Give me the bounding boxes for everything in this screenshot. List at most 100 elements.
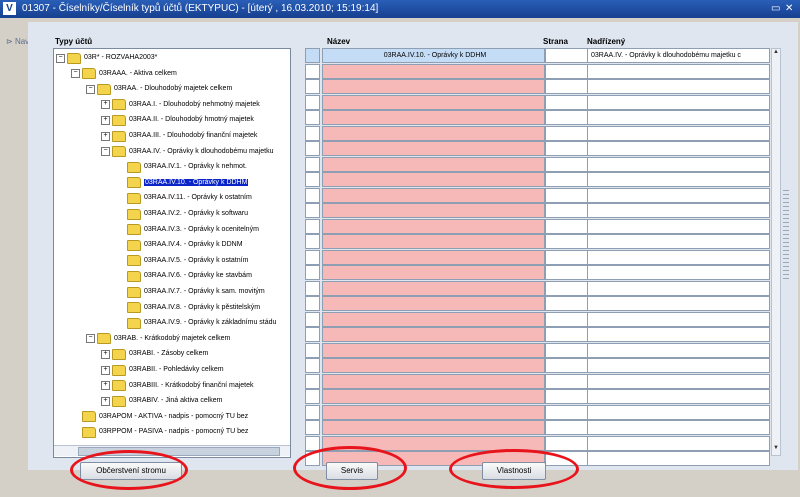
row-selector[interactable]: [305, 435, 320, 451]
cell-nadrizeny[interactable]: [587, 79, 770, 94]
scroll-down-icon[interactable]: ▼: [772, 445, 780, 455]
tree-node[interactable]: 03RAA.IV.9. - Oprávky k základnímu stádu: [116, 316, 276, 330]
cell-strana[interactable]: [545, 94, 588, 110]
restore-icon[interactable]: ▭: [771, 3, 780, 15]
cell-strana[interactable]: [545, 110, 588, 125]
cell-strana[interactable]: [545, 218, 588, 234]
tree-node[interactable]: +03RABIII. - Krátkodobý finanční majetek: [101, 379, 254, 393]
expand-icon[interactable]: +: [101, 396, 110, 406]
collapse-icon[interactable]: −: [71, 69, 80, 79]
row-selector[interactable]: [305, 218, 320, 234]
cell-nazev[interactable]: 03RAA.IV.10. - Oprávky k DDHM: [322, 48, 545, 63]
cell-nazev[interactable]: [322, 234, 545, 249]
collapse-icon[interactable]: −: [86, 84, 95, 94]
cell-strana[interactable]: [545, 435, 588, 451]
cell-nadrizeny[interactable]: [587, 187, 770, 203]
tree-node[interactable]: 03RAA.IV.10. - Oprávky k DDHM: [116, 176, 250, 190]
cell-nazev[interactable]: [322, 187, 545, 203]
cell-strana[interactable]: [545, 203, 588, 218]
cell-nazev[interactable]: [322, 342, 545, 358]
tree-node[interactable]: 03RAA.IV.11. - Oprávky k ostatním: [116, 191, 252, 205]
cell-nadrizeny[interactable]: [587, 156, 770, 172]
expand-icon[interactable]: +: [101, 131, 110, 141]
row-selector[interactable]: [305, 265, 320, 280]
cell-nazev[interactable]: [322, 63, 545, 79]
tree-node[interactable]: − 03RAAA. - Aktiva celkem: [71, 67, 177, 81]
cell-strana[interactable]: [545, 311, 588, 327]
cell-nazev[interactable]: [322, 172, 545, 187]
column-header-nadrizeny[interactable]: Nadřízený: [587, 37, 625, 46]
row-selector[interactable]: [305, 125, 320, 141]
nav-tab[interactable]: ⊳ Nav: [6, 37, 29, 46]
cell-strana[interactable]: [545, 280, 588, 296]
tree-node[interactable]: 03RAA.IV.5. - Oprávky k ostatním: [116, 254, 248, 268]
cell-nadrizeny[interactable]: [587, 218, 770, 234]
tree-node[interactable]: 03RAA.IV.6. - Oprávky ke stavbám: [116, 269, 252, 283]
cell-strana[interactable]: [545, 358, 588, 373]
collapse-icon[interactable]: −: [86, 334, 95, 344]
cell-nazev[interactable]: [322, 358, 545, 373]
cell-nazev[interactable]: [322, 327, 545, 342]
cell-nazev[interactable]: [322, 280, 545, 296]
cell-nazev[interactable]: [322, 94, 545, 110]
cell-nadrizeny[interactable]: [587, 63, 770, 79]
tree-node[interactable]: − 03R* - ROZVAHA2003*: [56, 51, 157, 65]
panel-splitter[interactable]: [291, 48, 301, 456]
expand-icon[interactable]: +: [101, 100, 110, 110]
cell-strana[interactable]: [545, 48, 588, 63]
collapse-icon[interactable]: −: [101, 147, 110, 157]
tree-node[interactable]: 03RAA.IV.2. - Oprávky k softwaru: [116, 207, 248, 221]
cell-nadrizeny[interactable]: 03RAA.IV. - Oprávky k dlouhodobému majet…: [587, 48, 770, 63]
cell-nazev[interactable]: [322, 420, 545, 435]
cell-nadrizeny[interactable]: [587, 110, 770, 125]
tree-node[interactable]: +03RAA.II. - Dlouhodobý hmotný majetek: [101, 113, 254, 127]
row-selector[interactable]: [305, 389, 320, 404]
cell-strana[interactable]: [545, 63, 588, 79]
row-selector[interactable]: [305, 234, 320, 249]
tree-node[interactable]: +03RABII. - Pohledávky celkem: [101, 363, 224, 377]
cell-nadrizeny[interactable]: [587, 296, 770, 311]
cell-nadrizeny[interactable]: [587, 311, 770, 327]
cell-strana[interactable]: [545, 156, 588, 172]
row-selector[interactable]: [305, 141, 320, 156]
cell-nazev[interactable]: [322, 389, 545, 404]
cell-nadrizeny[interactable]: [587, 265, 770, 280]
row-selector[interactable]: [305, 249, 320, 265]
tree-node[interactable]: 03RAA.IV.4. - Oprávky k DDNM: [116, 238, 243, 252]
cell-nadrizeny[interactable]: [587, 125, 770, 141]
cell-strana[interactable]: [545, 141, 588, 156]
expand-icon[interactable]: +: [101, 115, 110, 125]
tree-node[interactable]: 03RAA.IV.3. - Oprávky k ocenitelným: [116, 223, 259, 237]
tree-node[interactable]: 03RAPOM - AKTIVA - nadpis - pomocný TU b…: [71, 410, 248, 424]
tree-node[interactable]: − 03RAA. - Dlouhodobý majetek celkem: [86, 82, 232, 96]
tree-node[interactable]: 03RAA.IV.7. - Oprávky k sam. movitým: [116, 285, 265, 299]
row-selector[interactable]: [305, 311, 320, 327]
cell-strana[interactable]: [545, 342, 588, 358]
cell-nadrizeny[interactable]: [587, 342, 770, 358]
cell-strana[interactable]: [545, 125, 588, 141]
cell-nadrizeny[interactable]: [587, 203, 770, 218]
row-selector[interactable]: [305, 63, 320, 79]
row-selector[interactable]: [305, 373, 320, 389]
collapse-icon[interactable]: −: [56, 53, 65, 63]
cell-nadrizeny[interactable]: [587, 435, 770, 451]
cell-strana[interactable]: [545, 249, 588, 265]
cell-nazev[interactable]: [322, 296, 545, 311]
row-selector[interactable]: [305, 110, 320, 125]
cell-nadrizeny[interactable]: [587, 249, 770, 265]
row-selector[interactable]: [305, 48, 320, 63]
cell-nadrizeny[interactable]: [587, 327, 770, 342]
cell-nazev[interactable]: [322, 249, 545, 265]
cell-nadrizeny[interactable]: [587, 94, 770, 110]
cell-strana[interactable]: [545, 172, 588, 187]
resize-grip[interactable]: [783, 190, 789, 280]
cell-nadrizeny[interactable]: [587, 141, 770, 156]
tree-node[interactable]: +03RABI. - Zásoby celkem: [101, 347, 208, 361]
cell-nadrizeny[interactable]: [587, 234, 770, 249]
cell-nazev[interactable]: [322, 404, 545, 420]
tree-node[interactable]: 03RAA.IV.1. - Oprávky k nehmot.: [116, 160, 247, 174]
row-selector[interactable]: [305, 94, 320, 110]
cell-strana[interactable]: [545, 79, 588, 94]
tree-node[interactable]: 03RAA.IV.8. - Oprávky k pěstitelským: [116, 301, 260, 315]
cell-nadrizeny[interactable]: [587, 172, 770, 187]
